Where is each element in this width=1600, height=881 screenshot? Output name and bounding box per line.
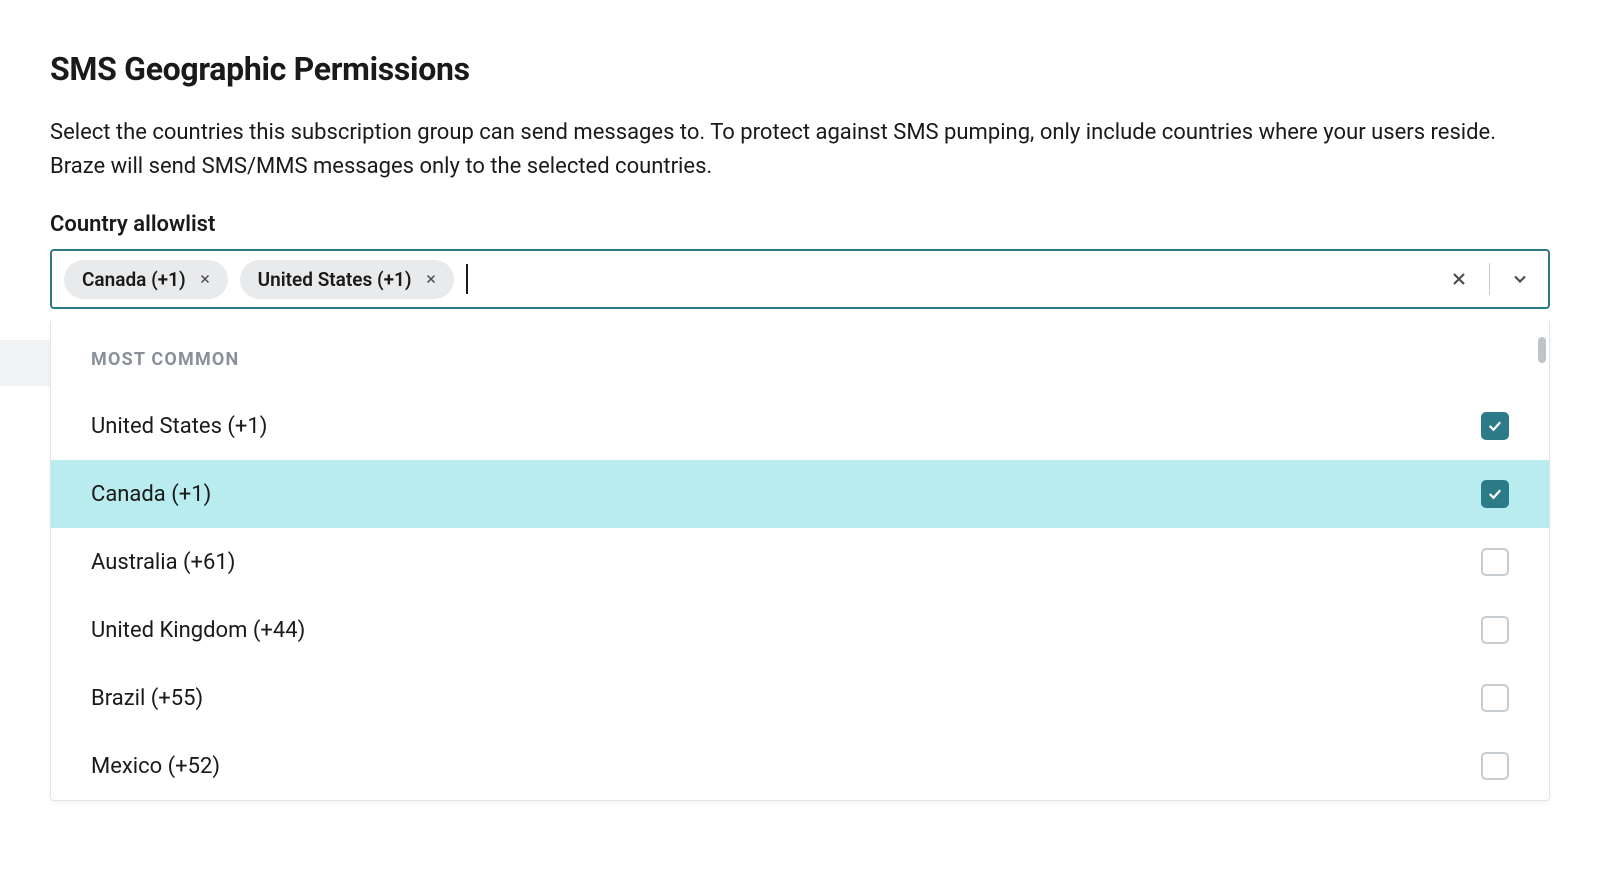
option-label: Mexico (+52) [91,754,1481,779]
country-allowlist-multiselect[interactable]: Canada (+1) United States (+1) [50,249,1550,309]
checkbox-unchecked[interactable] [1481,548,1509,576]
selected-chips: Canada (+1) United States (+1) [64,260,454,299]
scrollbar-thumb[interactable] [1538,337,1546,363]
chevron-down-icon [1510,269,1530,289]
close-icon [198,272,212,286]
divider [1489,263,1490,295]
chip-remove-united-states[interactable] [422,270,440,288]
clear-all-button[interactable] [1441,261,1477,297]
field-label: Country allowlist [50,212,1550,237]
dropdown-toggle[interactable] [1502,261,1538,297]
check-icon [1486,485,1504,503]
option-label: Australia (+61) [91,550,1481,575]
chip-label: Canada (+1) [82,268,186,291]
option-label: United Kingdom (+44) [91,618,1481,643]
checkbox-unchecked[interactable] [1481,684,1509,712]
page-title: SMS Geographic Permissions [50,50,1550,88]
option-canada[interactable]: Canada (+1) [51,460,1549,528]
background-strip [0,340,52,386]
option-united-states[interactable]: United States (+1) [51,392,1549,460]
chip-canada[interactable]: Canada (+1) [64,260,228,299]
group-header: Most Common [51,349,1549,392]
checkbox-checked[interactable] [1481,412,1509,440]
option-brazil[interactable]: Brazil (+55) [51,664,1549,732]
chip-united-states[interactable]: United States (+1) [240,260,454,299]
chip-label: United States (+1) [258,268,412,291]
chip-remove-canada[interactable] [196,270,214,288]
checkbox-unchecked[interactable] [1481,752,1509,780]
check-icon [1486,417,1504,435]
option-mexico[interactable]: Mexico (+52) [51,732,1549,800]
country-dropdown: Most Common United States (+1) Canada (+… [50,321,1550,801]
page-description: Select the countries this subscription g… [50,116,1550,184]
close-icon [1449,269,1469,289]
checkbox-checked[interactable] [1481,480,1509,508]
option-label: Canada (+1) [91,482,1481,507]
option-label: United States (+1) [91,414,1481,439]
option-united-kingdom[interactable]: United Kingdom (+44) [51,596,1549,664]
checkbox-unchecked[interactable] [1481,616,1509,644]
close-icon [424,272,438,286]
text-cursor [466,264,468,294]
option-australia[interactable]: Australia (+61) [51,528,1549,596]
option-label: Brazil (+55) [91,686,1481,711]
